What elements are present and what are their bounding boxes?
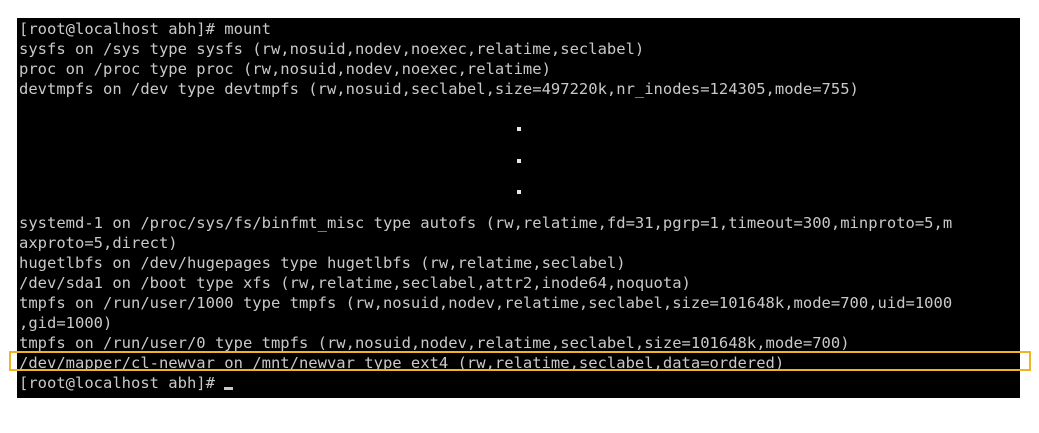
highlight-annotation-box: [9, 351, 1031, 371]
terminal-line-hugetlbfs: hugetlbfs on /dev/hugepages type hugetlb…: [19, 254, 626, 272]
text-cursor: [224, 387, 234, 390]
terminal-line-command: [root@localhost abh]# mount: [19, 20, 271, 38]
ellipsis-dot-2: [517, 159, 521, 163]
terminal-line-proc: proc on /proc type proc (rw,nosuid,nodev…: [19, 60, 551, 78]
terminal-prompt: [root@localhost abh]#: [19, 374, 225, 392]
terminal-line-systemd: systemd-1 on /proc/sys/fs/binfmt_misc ty…: [19, 214, 953, 232]
terminal-line-tmpfs-1000-wrap: ,gid=1000): [19, 314, 113, 332]
terminal-line-tmpfs-1000: tmpfs on /run/user/1000 type tmpfs (rw,n…: [19, 294, 953, 312]
terminal-prompt-line[interactable]: [root@localhost abh]#: [19, 373, 234, 393]
terminal-line-devtmpfs: devtmpfs on /dev type devtmpfs (rw,nosui…: [19, 80, 859, 98]
terminal-line-systemd-wrap: axproto=5,direct): [19, 234, 178, 252]
terminal-line-tmpfs-0: tmpfs on /run/user/0 type tmpfs (rw,nosu…: [19, 334, 850, 352]
terminal-line-sda1: /dev/sda1 on /boot type xfs (rw,relatime…: [19, 274, 691, 292]
ellipsis-dot-1: [517, 127, 521, 131]
ellipsis-dot-3: [517, 190, 521, 194]
terminal-line-sysfs: sysfs on /sys type sysfs (rw,nosuid,node…: [19, 40, 645, 58]
